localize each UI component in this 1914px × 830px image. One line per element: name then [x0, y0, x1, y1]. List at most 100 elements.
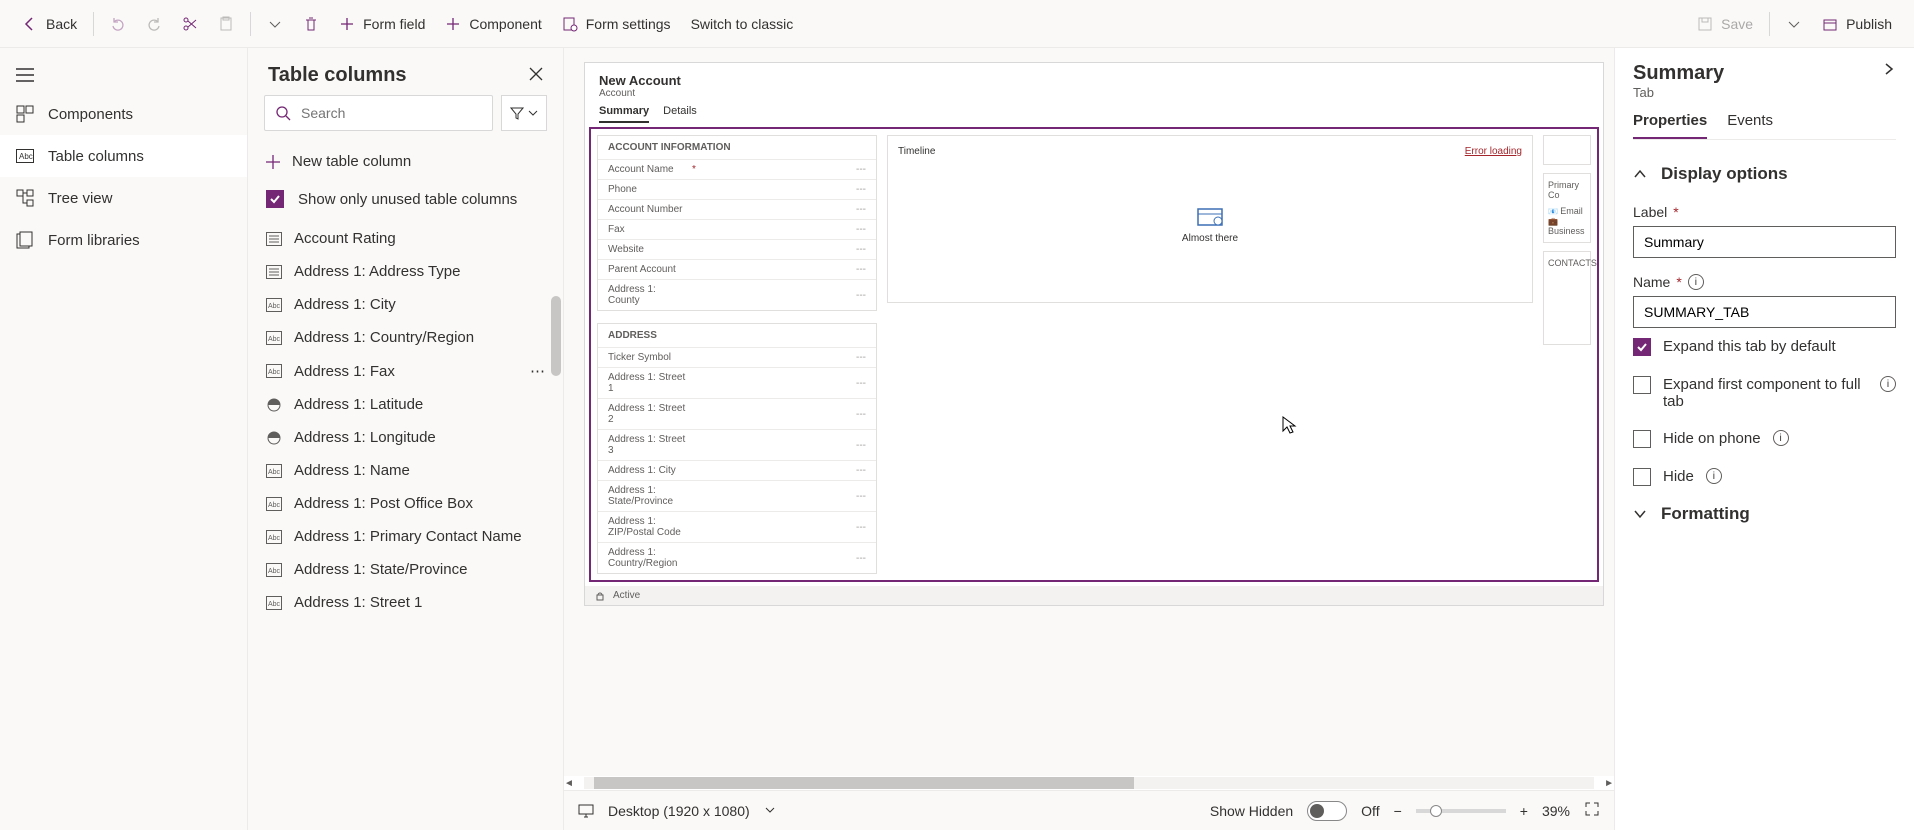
expand-default-checkbox[interactable]: Expand this tab by default	[1633, 328, 1896, 366]
form-tab-selected-body[interactable]: ACCOUNT INFORMATION Account Name*--- Pho…	[589, 127, 1599, 582]
paste-button[interactable]	[208, 10, 244, 38]
section-header: ACCOUNT INFORMATION	[598, 136, 876, 159]
components-icon	[16, 105, 34, 123]
nav-tree-view[interactable]: Tree view	[0, 177, 247, 219]
section-address[interactable]: ADDRESS Ticker Symbol--- Address 1: Stre…	[597, 323, 877, 574]
scrollbar-thumb[interactable]	[551, 296, 561, 376]
nav-table-columns[interactable]: Abc Table columns	[0, 135, 247, 177]
column-item[interactable]: AbcAddress 1: Fax⋯	[248, 354, 563, 388]
close-panel-button[interactable]	[529, 67, 543, 84]
column-item[interactable]: AbcAddress 1: Post Office Box	[248, 487, 563, 520]
form-title: New Account	[599, 73, 1589, 88]
column-item[interactable]: Address 1: Address Type	[248, 255, 563, 288]
timeline-error[interactable]: Error loading	[1465, 146, 1522, 157]
col-label: Address 1: City	[294, 296, 396, 313]
tree-icon	[16, 189, 34, 207]
show-unused-checkbox[interactable]: Show only unused table columns	[248, 180, 563, 222]
side-card-contacts[interactable]: CONTACTS	[1543, 251, 1591, 345]
info-icon[interactable]: i	[1880, 376, 1896, 392]
command-bar: Back Form field Component Form settings …	[0, 0, 1914, 48]
left-nav: Components Abc Table columns Tree view F…	[0, 48, 248, 830]
props-tab-properties[interactable]: Properties	[1633, 112, 1707, 139]
info-icon[interactable]: i	[1773, 430, 1789, 446]
column-item[interactable]: AbcAddress 1: Street 1	[248, 586, 563, 619]
col-label: Address 1: Latitude	[294, 396, 423, 413]
delete-button[interactable]	[293, 10, 329, 38]
expand-first-checkbox[interactable]: Expand first component to full tab i	[1633, 366, 1896, 420]
add-component-button[interactable]: Component	[435, 10, 551, 38]
timeline-almost: Almost there	[1182, 233, 1238, 244]
search-box[interactable]	[264, 95, 493, 131]
switch-classic-button[interactable]: Switch to classic	[681, 10, 804, 38]
col-label: Address 1: Name	[294, 462, 410, 479]
form-subtitle: Account	[599, 88, 1589, 99]
text-icon: Abc	[266, 497, 282, 511]
section-account-info[interactable]: ACCOUNT INFORMATION Account Name*--- Pho…	[597, 135, 877, 311]
checkbox-unchecked-icon	[1633, 376, 1651, 394]
timeline-component[interactable]: Timeline Error loading Almost there	[887, 135, 1533, 303]
paste-dropdown[interactable]	[257, 10, 293, 38]
filter-button[interactable]	[501, 95, 547, 131]
search-input[interactable]	[301, 105, 482, 121]
horizontal-scrollbar[interactable]: ◄ ►	[564, 776, 1614, 790]
column-item[interactable]: Address 1: Latitude	[248, 388, 563, 421]
label-input[interactable]	[1633, 226, 1896, 258]
column-item[interactable]: AbcAddress 1: City	[248, 288, 563, 321]
chevron-up-icon	[1633, 167, 1647, 181]
show-hidden-toggle[interactable]	[1307, 801, 1347, 821]
publish-button[interactable]: Publish	[1812, 10, 1902, 38]
undo-icon	[110, 16, 126, 32]
column-item[interactable]: Account Rating	[248, 222, 563, 255]
hide-checkbox[interactable]: Hide i	[1633, 458, 1896, 496]
new-table-column-button[interactable]: New table column	[248, 143, 563, 180]
redo-button[interactable]	[136, 10, 172, 38]
svg-text:Abc: Abc	[268, 502, 281, 509]
props-tab-events[interactable]: Events	[1727, 112, 1773, 139]
save-button[interactable]: Save	[1687, 10, 1763, 38]
redo-icon	[146, 16, 162, 32]
form-field: Website---	[598, 239, 876, 259]
info-icon[interactable]: i	[1706, 468, 1722, 484]
text-icon: Abc	[266, 596, 282, 610]
column-item[interactable]: AbcAddress 1: Name	[248, 454, 563, 487]
form-tab-details[interactable]: Details	[663, 105, 697, 123]
zoom-slider[interactable]	[1416, 809, 1506, 813]
undo-button[interactable]	[100, 10, 136, 38]
zoom-out-button[interactable]: −	[1394, 803, 1402, 819]
side-card-primary[interactable]: Primary Co📧 Email💼 Business	[1543, 173, 1591, 243]
cut-button[interactable]	[172, 10, 208, 38]
column-item[interactable]: Address 1: Longitude	[248, 421, 563, 454]
expand-pane-button[interactable]	[1882, 62, 1896, 79]
info-icon[interactable]: i	[1688, 274, 1704, 290]
hide-phone-label: Hide on phone	[1663, 430, 1761, 447]
nav-form-libraries[interactable]: Form libraries	[0, 219, 247, 261]
formatting-label: Formatting	[1661, 504, 1750, 524]
add-form-field-button[interactable]: Form field	[329, 10, 435, 38]
table-columns-panel: Table columns New table column Show	[248, 48, 564, 830]
back-button[interactable]: Back	[12, 10, 87, 38]
more-icon[interactable]: ⋯	[530, 362, 545, 380]
fit-button[interactable]	[1584, 801, 1600, 820]
nav-components[interactable]: Components	[0, 93, 247, 135]
toggle-state: Off	[1361, 803, 1379, 819]
form-preview[interactable]: New Account Account Summary Details ACCO…	[584, 62, 1604, 606]
name-input[interactable]	[1633, 296, 1896, 328]
formatting-accordion[interactable]: Formatting	[1633, 496, 1896, 538]
zoom-in-button[interactable]: +	[1520, 803, 1528, 819]
form-field: Address 1: Country/Region---	[598, 542, 876, 573]
form-settings-button[interactable]: Form settings	[552, 10, 681, 38]
hscroll-thumb[interactable]	[594, 777, 1134, 789]
form-tab-summary[interactable]: Summary	[599, 105, 649, 123]
checkbox-unchecked-icon	[1633, 468, 1651, 486]
column-item[interactable]: AbcAddress 1: Country/Region	[248, 321, 563, 354]
nav-table-columns-label: Table columns	[48, 148, 144, 165]
column-item[interactable]: AbcAddress 1: Primary Contact Name	[248, 520, 563, 553]
side-card[interactable]	[1543, 135, 1591, 165]
column-item[interactable]: AbcAddress 1: State/Province	[248, 553, 563, 586]
form-field: Address 1: City---	[598, 460, 876, 480]
hamburger-button[interactable]	[0, 60, 247, 93]
hide-phone-checkbox[interactable]: Hide on phone i	[1633, 420, 1896, 458]
display-options-accordion[interactable]: Display options	[1633, 156, 1896, 198]
save-dropdown[interactable]	[1776, 10, 1812, 38]
viewport-dropdown[interactable]	[764, 803, 776, 819]
